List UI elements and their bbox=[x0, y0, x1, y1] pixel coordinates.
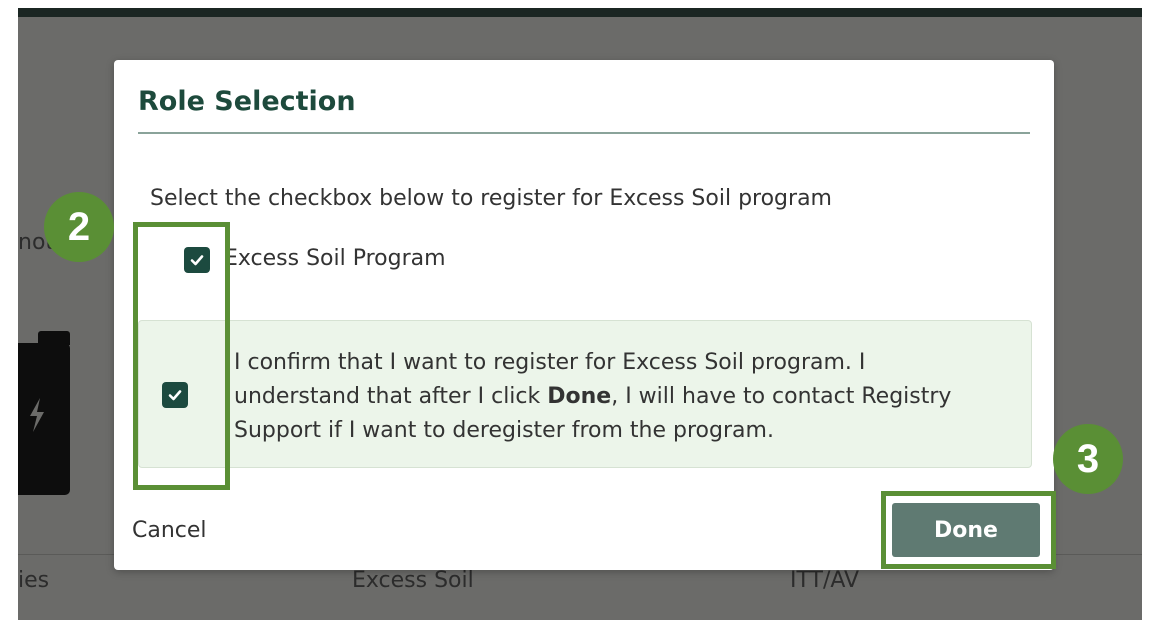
background-column-label: ITT/AV bbox=[790, 568, 860, 593]
excess-soil-program-label: Excess Soil Program bbox=[224, 246, 446, 271]
lightning-icon bbox=[30, 398, 44, 432]
cancel-button[interactable]: Cancel bbox=[132, 518, 207, 543]
dialog-title: Role Selection bbox=[138, 86, 356, 117]
confirmation-text: I confirm that I want to register for Ex… bbox=[234, 346, 994, 448]
background-column-label: ies bbox=[18, 568, 50, 593]
step-2-badge: 2 bbox=[44, 192, 114, 262]
background-column-label: Excess Soil bbox=[352, 568, 474, 593]
confirmation-text-bold: Done bbox=[547, 384, 612, 409]
checkbox-highlight-box bbox=[133, 222, 230, 490]
instruction-text: Select the checkbox below to register fo… bbox=[150, 186, 832, 211]
step-3-badge: 3 bbox=[1053, 424, 1123, 494]
title-divider bbox=[138, 132, 1030, 134]
done-highlight-box bbox=[881, 491, 1056, 569]
app-header-bar bbox=[18, 8, 1142, 17]
